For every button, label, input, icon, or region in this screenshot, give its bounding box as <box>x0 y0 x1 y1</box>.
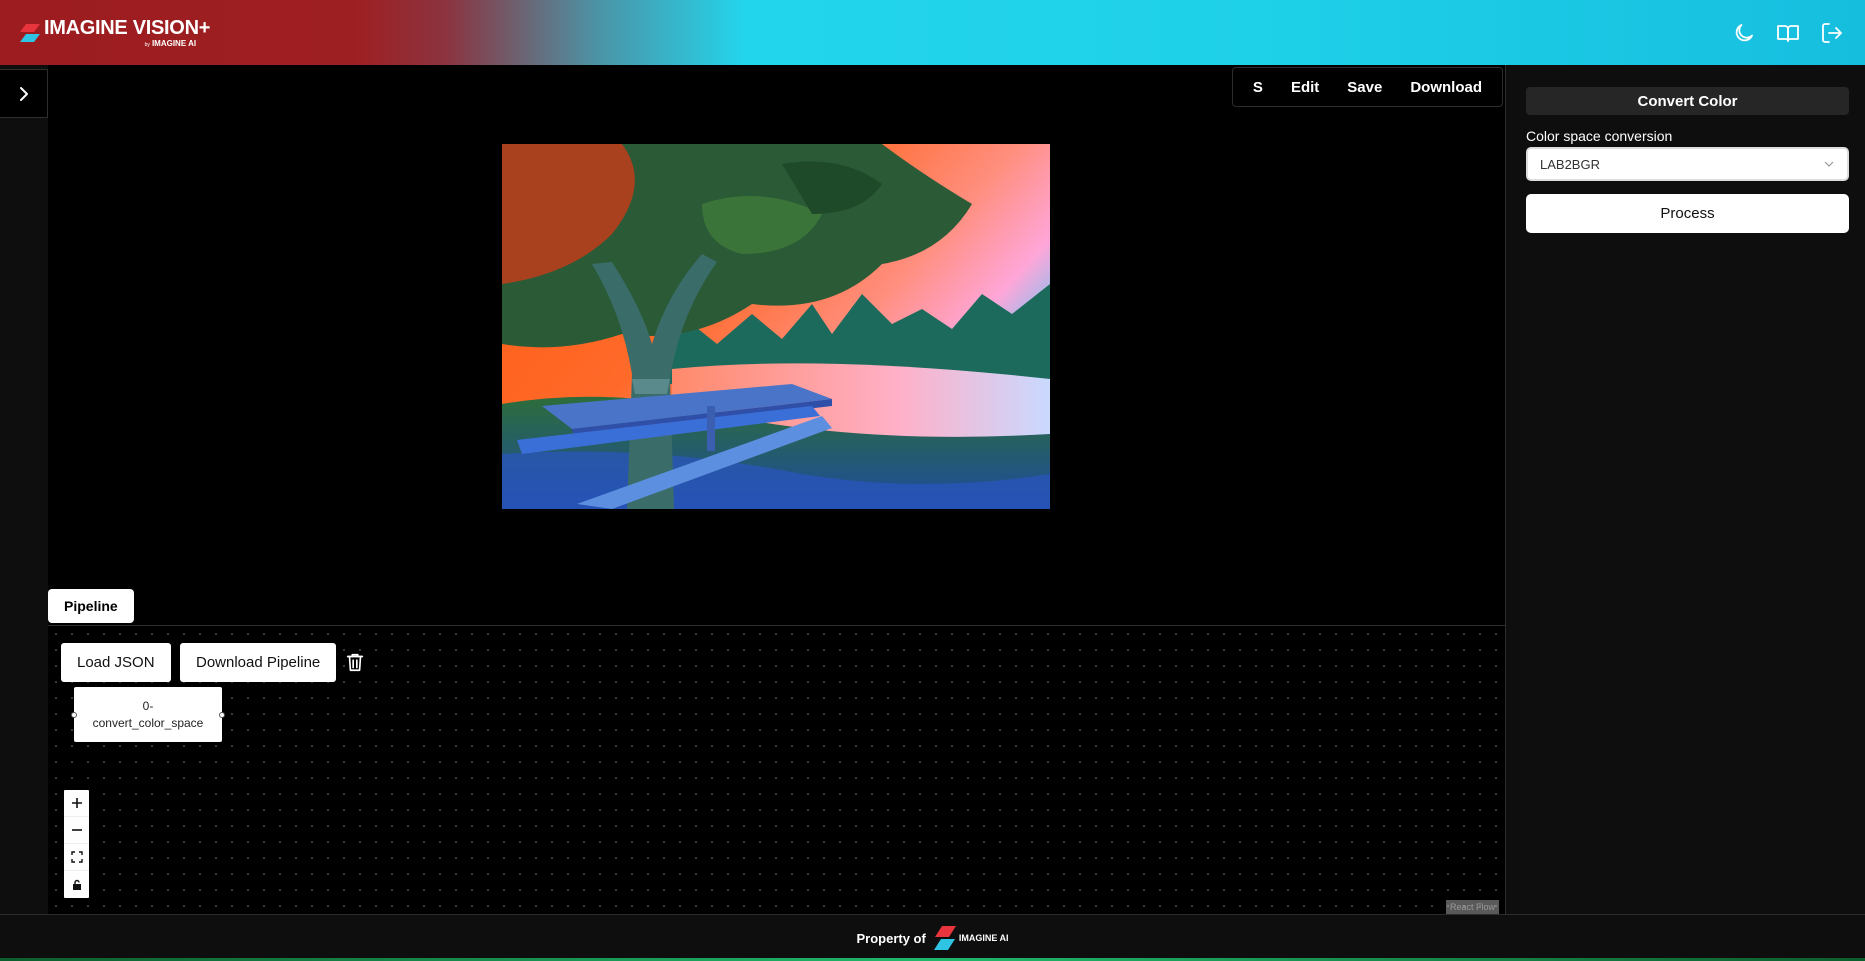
zoom-in-button[interactable] <box>64 790 89 817</box>
footer-label: Property of <box>856 930 926 946</box>
color-space-select[interactable]: LAB2BGR <box>1526 147 1849 181</box>
theme-toggle-button[interactable] <box>1729 18 1759 48</box>
settings-panel: Convert Color Color space conversion LAB… <box>1505 65 1865 914</box>
zoom-out-button[interactable] <box>64 817 89 844</box>
logout-button[interactable] <box>1817 18 1847 48</box>
fit-view-button[interactable] <box>64 844 89 871</box>
select-value: LAB2BGR <box>1540 156 1600 172</box>
panel-title: Convert Color <box>1526 87 1849 115</box>
s-button[interactable]: S <box>1239 79 1277 96</box>
tab-pipeline[interactable]: Pipeline <box>48 589 134 623</box>
lock-icon <box>72 879 81 890</box>
pipeline-canvas[interactable]: Load JSON Download Pipeline 0- convert_c… <box>48 625 1505 914</box>
image-viewer: S Edit Save Download <box>48 65 1505 625</box>
logout-icon <box>1822 22 1842 43</box>
download-button[interactable]: Download <box>1396 79 1496 96</box>
chevron-down-icon <box>1824 161 1834 167</box>
chevron-right-icon <box>19 86 28 101</box>
book-icon <box>1777 24 1799 42</box>
footer-logo-mark-icon <box>933 926 956 950</box>
image-toolbar: S Edit Save Download <box>1231 67 1503 107</box>
footer: Property of IMAGINE AI <box>0 914 1865 961</box>
process-button[interactable]: Process <box>1526 194 1849 233</box>
lock-button[interactable] <box>64 871 89 898</box>
app-header: IMAGINE VISION+ by IMAGINE AI <box>0 0 1865 65</box>
trash-icon[interactable] <box>344 651 366 673</box>
logo-mark-icon <box>20 23 40 42</box>
minus-icon <box>71 829 82 831</box>
load-json-button[interactable]: Load JSON <box>61 643 171 682</box>
plus-icon <box>71 798 82 808</box>
left-sidebar <box>0 65 48 914</box>
app-logo[interactable]: IMAGINE VISION+ by IMAGINE AI <box>20 18 210 48</box>
node-index: 0- <box>142 699 154 714</box>
logo-title: IMAGINE VISION+ <box>44 16 211 39</box>
footer-logo: IMAGINE AI <box>933 926 1009 950</box>
flow-controls <box>64 790 89 898</box>
node-output-handle[interactable] <box>219 712 225 718</box>
fit-view-icon <box>70 851 83 863</box>
pipeline-node[interactable]: 0- convert_color_space <box>71 687 225 742</box>
moon-icon <box>1735 23 1753 41</box>
processed-image <box>502 144 1050 509</box>
footer-logo-text: IMAGINE AI <box>958 933 1009 943</box>
docs-button[interactable] <box>1773 18 1803 48</box>
sidebar-toggle-button[interactable] <box>0 69 48 118</box>
react-flow-attribution[interactable]: React Flow <box>1445 900 1499 914</box>
save-button[interactable]: Save <box>1333 79 1396 96</box>
edit-button[interactable]: Edit <box>1277 79 1333 96</box>
logo-subtitle: by IMAGINE AI <box>144 38 197 48</box>
node-input-handle[interactable] <box>71 712 77 718</box>
color-space-label: Color space conversion <box>1526 128 1673 144</box>
download-pipeline-button[interactable]: Download Pipeline <box>180 643 337 682</box>
node-label: convert_color_space <box>92 715 204 730</box>
